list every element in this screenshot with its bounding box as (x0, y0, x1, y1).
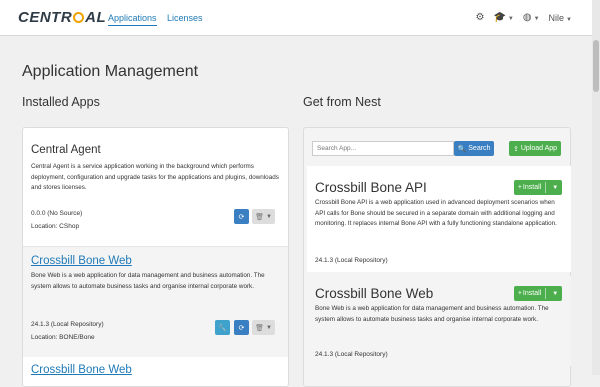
app-description: Bone Web is a web application for data m… (31, 272, 265, 290)
user-menu[interactable]: Nile ▼ (549, 13, 572, 23)
refresh-icon: ⟳ (238, 324, 245, 332)
installed-app-card: Crossbill Bone Web (23, 364, 288, 384)
nest-app-version: 24.1.3 (Local Repository) (315, 257, 388, 264)
chevron-down-icon: ▼ (552, 290, 559, 297)
gear-icon[interactable]: ⚙ (475, 12, 484, 23)
user-name: Nile (548, 12, 565, 23)
refresh-icon: ⟳ (238, 213, 245, 221)
install-button[interactable]: + Install ▼ (514, 180, 562, 195)
chevron-down-icon: ▼ (507, 16, 514, 22)
search-button-label: Search (468, 145, 491, 152)
installed-app-card: Central Agent Central Agent is a service… (23, 144, 288, 246)
remove-dropdown-button[interactable]: 🗑 ▼ (252, 209, 275, 224)
nav-right-menu: ⚙ 🎓 ▼ ◍ ▼ Nile ▼ (475, 12, 572, 23)
upload-app-button[interactable]: ⇪ Upload App (509, 141, 561, 156)
chevron-down-icon: ▼ (265, 324, 272, 331)
upload-button-label: Upload App (520, 145, 558, 152)
button-separator (545, 288, 547, 299)
install-label: Install (522, 184, 542, 191)
nest-app-card: Crossbill Bone API Crossbill Bone API is… (307, 166, 571, 272)
configure-button[interactable]: 🔧 (215, 320, 230, 335)
app-location: Location: BONE/Bone (31, 334, 95, 341)
app-title-link[interactable]: Crossbill Bone Web (31, 364, 280, 376)
app-version: 0.0.0 (No Source) (31, 210, 83, 217)
central-logo[interactable]: CENTR AL (18, 9, 106, 26)
graduation-cap-icon: 🎓 (493, 12, 506, 23)
installed-apps-panel: Central Agent Central Agent is a service… (22, 127, 289, 387)
nest-app-description: Crossbill Bone API is a web application … (315, 199, 557, 227)
plus-icon: + (517, 290, 522, 297)
installed-app-card: Crossbill Bone Web Bone Web is a web app… (23, 247, 288, 357)
remove-dropdown-button[interactable]: 🗑 ▼ (252, 320, 275, 335)
nest-app-description: Bone Web is a web application for data m… (315, 305, 549, 323)
nest-panel: 🔍Search ⇪Upload App Crossbill Bone API C… (303, 127, 571, 387)
logo-ring-icon (73, 12, 85, 23)
search-input[interactable] (312, 141, 454, 156)
search-button[interactable]: 🔍 Search (454, 141, 494, 156)
plus-icon: + (517, 184, 522, 191)
install-label: Install (522, 290, 542, 297)
nest-heading: Get from Nest (303, 95, 381, 109)
page-scrollbar[interactable] (592, 0, 600, 375)
app-title-link[interactable]: Crossbill Bone Web (31, 255, 280, 267)
trash-icon: 🗑 (255, 324, 264, 332)
nest-app-card: Crossbill Bone Web Bone Web is a web app… (307, 276, 571, 366)
chevron-down-icon: ▼ (265, 213, 272, 220)
app-location: Location: CShop (31, 223, 80, 230)
search-icon: 🔍 (457, 145, 467, 153)
app-version: 24.1.3 (Local Repository) (31, 321, 104, 328)
app-description: Central Agent is a service application w… (31, 163, 279, 191)
chevron-down-icon: ▼ (533, 16, 540, 22)
upload-icon: ⇪ (512, 145, 519, 153)
help-menu[interactable]: 🎓 ▼ (493, 12, 513, 23)
refresh-button[interactable]: ⟳ (234, 320, 249, 335)
page-title: Application Management (22, 63, 199, 80)
installed-apps-heading: Installed Apps (22, 95, 100, 109)
nav-applications[interactable]: Applications (108, 13, 157, 26)
button-separator (545, 182, 547, 193)
refresh-button[interactable]: ⟳ (234, 209, 249, 224)
nest-app-version: 24.1.3 (Local Repository) (315, 351, 388, 358)
chevron-down-icon: ▼ (552, 184, 559, 191)
app-title: Central Agent (31, 144, 101, 156)
scrollbar-thumb[interactable] (593, 40, 599, 92)
install-button[interactable]: + Install ▼ (514, 286, 562, 301)
chevron-down-icon: ▼ (566, 16, 572, 23)
globe-icon: ◍ (522, 12, 532, 23)
trash-icon: 🗑 (255, 213, 264, 221)
language-menu[interactable]: ◍ ▼ (523, 12, 540, 23)
top-navbar: CENTR AL Applications Licenses ⚙ 🎓 ▼ ◍ ▼ Ni… (0, 0, 592, 36)
nav-licenses[interactable]: Licenses (167, 13, 203, 23)
wrench-icon: 🔧 (218, 324, 227, 332)
